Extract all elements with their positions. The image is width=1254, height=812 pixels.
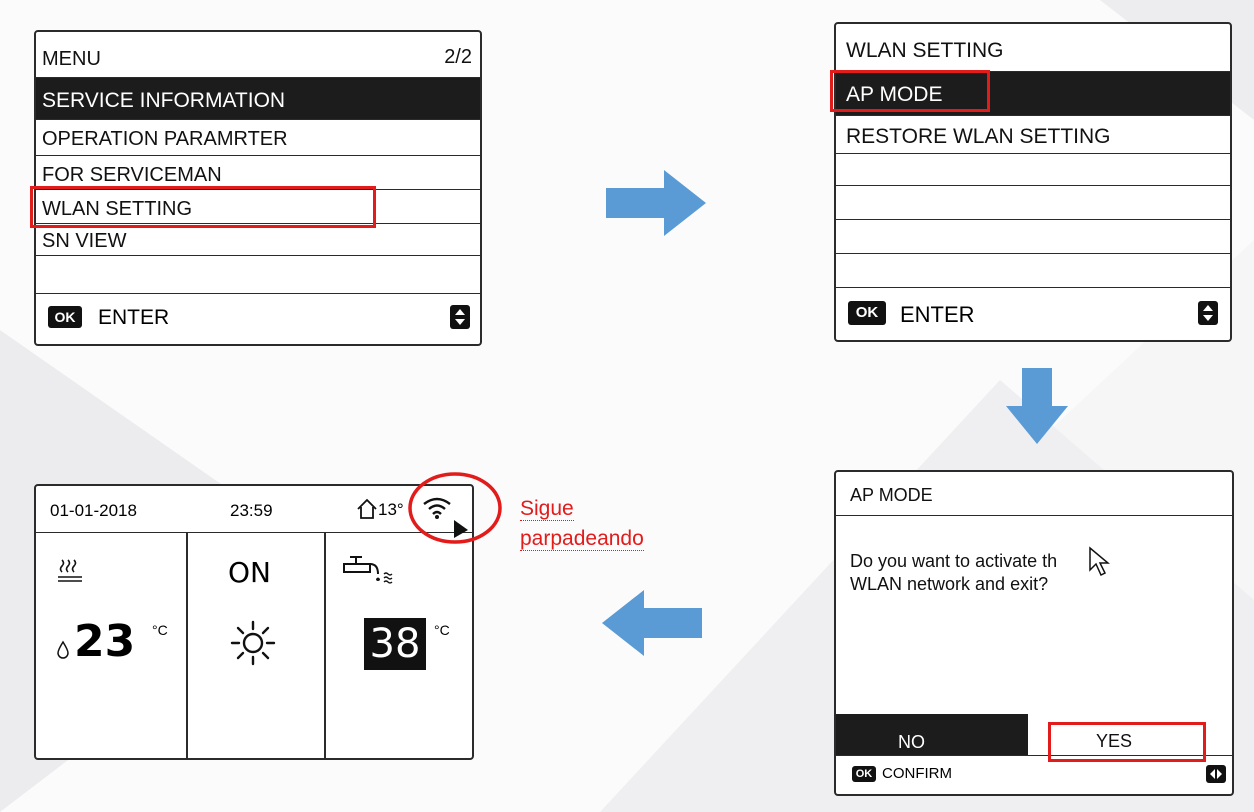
- wlan-header: WLAN SETTING: [836, 24, 1230, 72]
- floor-heating-icon: [58, 559, 82, 582]
- wlan-item-restore[interactable]: RESTORE WLAN SETTING: [836, 116, 1230, 154]
- annotation-line2: parpadeando: [520, 527, 644, 551]
- menu-item-operation-paramrter[interactable]: OPERATION PARAMRTER: [36, 120, 480, 156]
- wlan-title: WLAN SETTING: [846, 39, 1004, 62]
- menu-page-indicator: 2/2: [444, 46, 472, 68]
- home-icon: [357, 498, 377, 519]
- wlan-item-empty: [836, 186, 1230, 220]
- wlan-item-empty: [836, 220, 1230, 254]
- sun-icon: [230, 620, 276, 666]
- ok-button[interactable]: OK: [848, 301, 886, 325]
- menu-item-service-information[interactable]: SERVICE INFORMATION: [36, 78, 480, 120]
- no-label: NO: [898, 732, 925, 752]
- water-unit: °C: [434, 622, 450, 638]
- status-zone[interactable]: ON: [186, 532, 326, 758]
- highlight-ap-mode: [830, 70, 990, 112]
- wlan-item-empty: [836, 254, 1230, 288]
- heating-temp: 23: [74, 616, 136, 667]
- drop-icon: [57, 640, 69, 659]
- menu-title: MENU: [42, 48, 101, 70]
- up-down-icon[interactable]: [450, 305, 470, 329]
- highlight-yes: [1048, 722, 1206, 762]
- ok-button[interactable]: OK: [48, 306, 82, 328]
- mouse-cursor-icon: [1089, 546, 1110, 577]
- highlight-ellipse: [408, 472, 502, 544]
- ap-title: AP MODE: [850, 485, 933, 505]
- confirm-label: CONFIRM: [882, 765, 952, 782]
- wlan-item-empty: [836, 154, 1230, 186]
- arrow-right-icon: [606, 170, 706, 236]
- wlan-item-label: RESTORE WLAN SETTING: [846, 125, 1111, 148]
- hot-water-zone[interactable]: 38 °C: [324, 532, 472, 758]
- ap-question-line2: WLAN network and exit?: [850, 574, 1049, 594]
- arrow-left-icon: [602, 590, 702, 656]
- enter-label: ENTER: [98, 306, 170, 329]
- date-text: 01-01-2018: [50, 501, 137, 520]
- no-button[interactable]: NO: [836, 714, 1028, 756]
- faucet-icon: [343, 556, 393, 584]
- water-temp: 38: [369, 621, 421, 667]
- menu-item-empty: [36, 256, 480, 294]
- up-down-icon[interactable]: [1198, 301, 1218, 325]
- status-on: ON: [228, 556, 271, 589]
- arrow-down-icon: [1006, 368, 1068, 444]
- ap-header: AP MODE: [836, 472, 1232, 516]
- menu-item-label: OPERATION PARAMRTER: [42, 128, 288, 150]
- annotation-line1: Sigue: [520, 497, 574, 521]
- menu-header: MENU 2/2: [36, 32, 480, 78]
- menu-item-label: SN VIEW: [42, 230, 127, 252]
- menu-item-sn-view[interactable]: SN VIEW: [36, 224, 480, 256]
- menu-item-for-serviceman[interactable]: FOR SERVICEMAN: [36, 156, 480, 190]
- water-temp-box: 38: [364, 618, 426, 670]
- heating-zone[interactable]: 23 °C: [36, 532, 188, 758]
- ap-question: Do you want to activate th WLAN network …: [850, 550, 1057, 596]
- ap-question-line1: Do you want to activate th: [850, 551, 1058, 571]
- menu-footer: OK ENTER: [36, 292, 480, 344]
- time-text: 23:59: [230, 501, 273, 520]
- outdoor-temp: 13°: [378, 500, 404, 519]
- menu-item-label: FOR SERVICEMAN: [42, 164, 222, 186]
- highlight-wlan-setting: [30, 186, 376, 228]
- menu-item-label: SERVICE INFORMATION: [42, 89, 286, 112]
- left-right-icon[interactable]: [1206, 765, 1226, 783]
- ok-button[interactable]: OK: [852, 766, 876, 782]
- heating-unit: °C: [152, 622, 168, 638]
- wlan-footer: OK ENTER: [836, 288, 1230, 340]
- blinking-annotation: Sigue parpadeando: [520, 494, 644, 554]
- enter-label: ENTER: [900, 302, 975, 327]
